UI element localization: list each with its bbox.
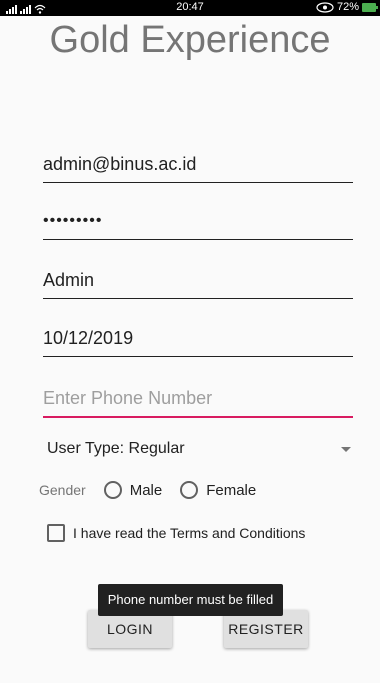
username-value: Admin	[43, 270, 95, 290]
radio-circle-icon	[180, 481, 199, 499]
radio-circle-icon	[103, 481, 122, 499]
eye-comfort-icon	[316, 1, 334, 13]
gender-label: Gender	[39, 482, 86, 498]
gender-row: Gender Male Female	[39, 478, 256, 502]
user-type-value: User Type: Regular	[47, 440, 185, 457]
checkbox-icon[interactable]	[47, 524, 65, 542]
battery-percent: 72%	[336, 1, 359, 13]
dob-value: 10/12/2019	[43, 328, 134, 348]
phone-placeholder: Enter Phone Number	[43, 388, 213, 408]
gender-radio-male[interactable]: Male	[103, 481, 163, 499]
gender-radio-female[interactable]: Female	[180, 481, 256, 499]
status-bar: 20:47 72%	[0, 0, 380, 16]
toast-message: Phone number must be filled	[98, 584, 283, 616]
password-field[interactable]: •••••••••	[43, 207, 353, 240]
status-right: 72%	[316, 1, 378, 13]
email-value: admin@binus.ac.id	[43, 154, 197, 174]
dob-field[interactable]: 10/12/2019	[43, 324, 353, 357]
email-field[interactable]: admin@binus.ac.id	[43, 150, 353, 183]
password-value: •••••••••	[43, 212, 103, 229]
terms-label: I have read the Terms and Conditions	[73, 525, 306, 541]
phone-field[interactable]: Enter Phone Number	[43, 384, 353, 418]
username-field[interactable]: Admin	[43, 266, 353, 299]
gender-option-female: Female	[206, 481, 257, 499]
battery-icon	[362, 2, 378, 12]
terms-checkbox-row[interactable]: I have read the Terms and Conditions	[47, 524, 305, 542]
user-type-spinner[interactable]: User Type: Regular	[47, 438, 357, 462]
app-title: Gold Experience	[49, 19, 331, 61]
dropdown-arrow-icon	[341, 447, 351, 452]
gender-option-male: Male	[129, 481, 163, 499]
